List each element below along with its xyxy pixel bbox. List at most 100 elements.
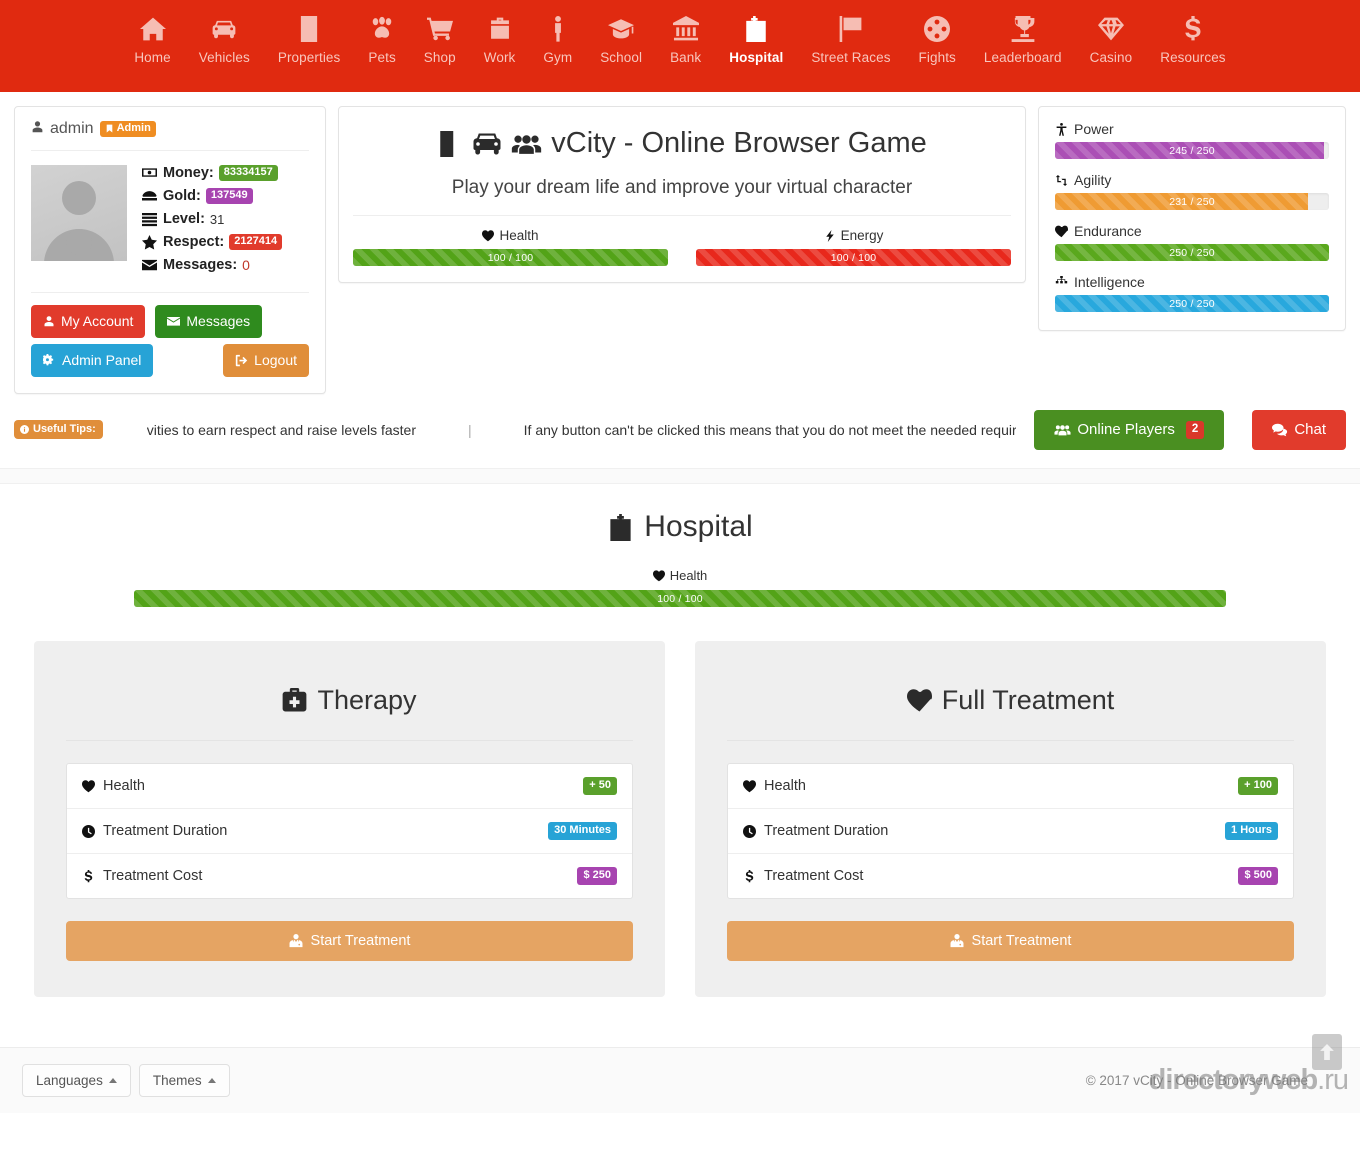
hero-bar-health: Health 100 / 100 (353, 228, 668, 266)
level-icon (142, 212, 157, 226)
home-icon (139, 14, 166, 44)
scroll-to-top-button[interactable] (1312, 1034, 1342, 1071)
trophy-icon (1010, 14, 1036, 44)
nav-item-resources[interactable]: Resources (1146, 14, 1239, 65)
bar-label: Energy (696, 228, 1011, 243)
building-icon (296, 14, 322, 44)
user-profile-panel: admin Admin Money: 83334157 Gold: 137549 Lev… (14, 106, 326, 394)
hospital-icon (743, 14, 769, 44)
attribute-label-text: Intelligence (1074, 274, 1145, 290)
online-players-button[interactable]: Online Players 2 (1034, 409, 1225, 451)
user-stat-label: Level: (163, 211, 205, 227)
top-panels-row: admin Admin Money: 83334157 Gold: 137549 Lev… (0, 92, 1360, 394)
briefcase-icon (490, 17, 509, 39)
bar-label-text: Energy (840, 228, 884, 243)
page-title: Hospital (14, 510, 1346, 544)
treatment-detail-text: Health (764, 778, 806, 795)
nav-item-label: Vehicles (198, 50, 250, 65)
attribute-label: Agility (1055, 172, 1329, 188)
my-account-label: My Account (61, 313, 134, 329)
copyright-text: © 2017 vCity - Online Browser Game (1085, 1073, 1308, 1089)
nav-item-home[interactable]: Home (120, 14, 184, 65)
nav-item-shop[interactable]: Shop (410, 14, 470, 65)
sign-out-icon (235, 354, 248, 366)
my-account-button[interactable]: My Account (31, 305, 146, 338)
bolt-icon (825, 229, 834, 242)
chat-button[interactable]: Chat (1252, 409, 1346, 451)
themes-button[interactable]: Themes (138, 1064, 230, 1098)
tip-message-2: If any button can't be clicked this mean… (523, 421, 1017, 438)
diamond-icon (1097, 17, 1124, 41)
nav-item-label: Shop (423, 50, 456, 65)
progress-bar-text: 100 / 100 (830, 251, 877, 264)
tip-separator: | (468, 421, 472, 438)
user-stat-row: Money: 83334157 (141, 165, 282, 181)
treatment-detail-text: Treatment Cost (764, 868, 864, 885)
attribute-label: Power (1055, 121, 1329, 137)
progress-bar-text: 100 / 100 (487, 251, 534, 264)
treatment-detail-label: Treatment Duration (743, 823, 888, 839)
messages-label: Messages (186, 313, 251, 329)
treatment-detail-value: + 50 (583, 777, 617, 796)
nav-item-label: Home (134, 50, 171, 65)
divider (31, 150, 309, 151)
hospital-health-text: Health (669, 568, 708, 584)
nav-item-street-races[interactable]: Street Races (797, 14, 904, 65)
clock-icon (743, 824, 756, 838)
nav-item-work[interactable]: Work (470, 14, 530, 65)
treatment-detail-value: 1 Hours (1225, 822, 1278, 841)
treatment-cards: Therapy Health + 50 Treatment Duration 30 Mi… (14, 607, 1346, 1017)
shopping-cart-icon (426, 14, 453, 44)
nav-item-pets[interactable]: Pets (354, 14, 409, 65)
clock-icon (82, 824, 95, 838)
nav-item-gym[interactable]: Gym (529, 14, 586, 65)
attribute-agility: Agility 231 / 250 (1055, 172, 1329, 210)
nav-item-casino[interactable]: Casino (1076, 14, 1147, 65)
person-icon (554, 16, 561, 42)
admin-panel-button[interactable]: Admin Panel (31, 343, 154, 377)
health-progress-text: 100 / 100 (657, 592, 703, 605)
building-icon (300, 16, 318, 42)
user-stat-row: Level: 31 (141, 211, 282, 227)
heart-icon (82, 780, 95, 793)
checkered-flag-icon (838, 14, 864, 44)
nav-item-bank[interactable]: Bank (656, 14, 715, 65)
nav-item-hospital[interactable]: Hospital (715, 14, 797, 65)
online-players-label: Online Players (1077, 420, 1175, 438)
treatment-detail-text: Health (103, 778, 145, 795)
gears-icon (43, 353, 54, 366)
nav-item-leaderboard[interactable]: Leaderboard (970, 14, 1076, 65)
nav-item-label: Resources (1160, 50, 1226, 65)
retweet-icon (1055, 174, 1068, 186)
treatment-card: Full Treatment Health + 100 Treatment Durat… (695, 641, 1326, 998)
nav-item-label: Hospital (729, 50, 784, 65)
bar-label: Health (353, 228, 668, 243)
start-treatment-button[interactable]: Start Treatment (727, 921, 1294, 962)
main-navigation: Home Vehicles Properties Pets Shop Work Gym Sch… (0, 0, 1360, 92)
nav-item-fights[interactable]: Fights (905, 14, 970, 65)
info-circle-icon (20, 424, 29, 434)
languages-button[interactable]: Languages (22, 1064, 131, 1098)
progress-bar: 100 / 100 (353, 249, 668, 266)
heartbeat-icon (906, 689, 932, 712)
home-icon (139, 17, 166, 41)
hero-panel: vCity - Online Browser Game Play your dr… (338, 106, 1026, 283)
logout-button[interactable]: Logout (223, 343, 309, 377)
messages-button[interactable]: Messages (155, 305, 263, 338)
graduation-cap-icon (608, 14, 635, 44)
start-treatment-button[interactable]: Start Treatment (66, 921, 633, 962)
bank-icon (672, 16, 699, 41)
username-label: admin (50, 120, 94, 137)
user-stat-value: 31 (209, 211, 225, 227)
attribute-progress-text: 250 / 250 (1169, 246, 1215, 259)
page-title-text: Hospital (644, 510, 753, 544)
nav-item-properties[interactable]: Properties (264, 14, 355, 65)
nav-item-school[interactable]: School (586, 14, 656, 65)
footer: Languages Themes © 2017 vCity - Online B… (0, 1034, 1360, 1114)
star-icon (141, 234, 158, 250)
nav-item-vehicles[interactable]: Vehicles (185, 14, 264, 65)
heartbeat-icon (1055, 225, 1068, 237)
bank-icon (672, 14, 699, 44)
treatment-detail-row: Treatment Duration 30 Minutes (67, 809, 632, 855)
sitemap-icon (1055, 275, 1068, 283)
